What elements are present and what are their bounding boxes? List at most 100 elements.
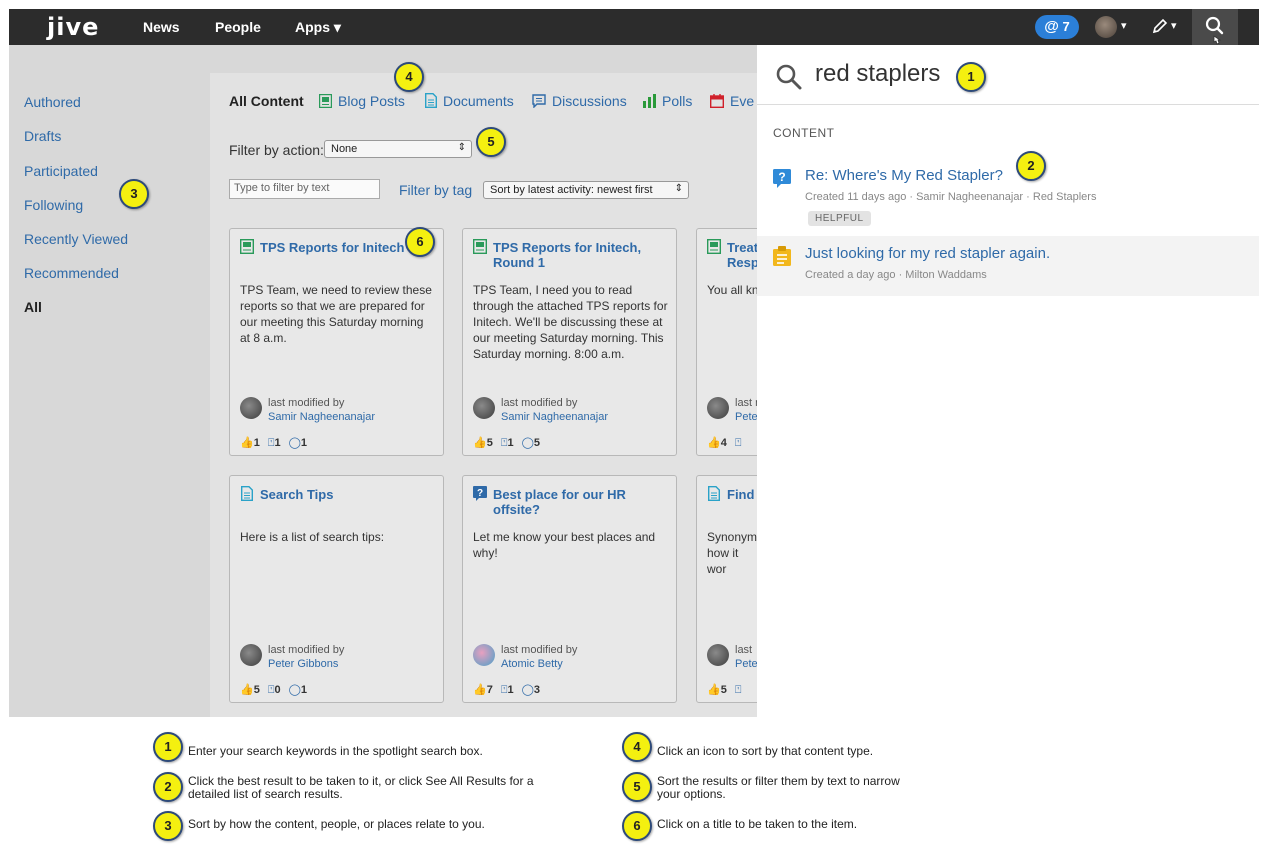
filter-by-action-label: Filter by action:	[229, 142, 324, 158]
card-excerpt: Synonym how it wor	[707, 530, 758, 576]
event-icon	[710, 94, 724, 108]
nav-apps[interactable]: Apps ▾	[295, 19, 341, 36]
spotlight-search-panel: red staplers CONTENT ? Re: Where's My Re…	[757, 45, 1259, 717]
divider	[757, 104, 1259, 105]
card-title[interactable]: Best place for our HR offsite?	[493, 487, 668, 517]
avatar[interactable]	[240, 644, 262, 666]
question-icon: ?	[773, 169, 791, 188]
like-count: 1	[253, 437, 260, 449]
card-excerpt: TPS Team, I need you to read through the…	[473, 283, 668, 361]
comment-count: 1	[300, 684, 307, 696]
sidebar-item-all[interactable]: All	[24, 299, 42, 315]
sidebar-item-recommended[interactable]: Recommended	[24, 265, 119, 281]
author-link[interactable]: Atomic Betty	[501, 658, 563, 670]
callout-badge: 3	[119, 179, 149, 209]
sort-select[interactable]: Sort by latest activity: newest first ⇕	[483, 181, 689, 199]
card-stats: 👍5 ⍞1 ◯5	[473, 436, 548, 450]
legend-text: Enter your search keywords in the spotli…	[188, 744, 483, 758]
like-count: 5	[720, 684, 727, 696]
helpful-badge: HELPFUL	[808, 211, 871, 226]
tab-discussions[interactable]: Discussions	[532, 93, 627, 109]
tab-blog-posts[interactable]: Blog Posts	[319, 93, 405, 109]
avatar[interactable]	[473, 397, 495, 419]
result-title[interactable]: Just looking for my red stapler again.	[805, 245, 1050, 262]
document-icon	[241, 486, 253, 501]
card-stats: 👍1 ⍞1 ◯1	[240, 436, 315, 450]
card-stats: 👍5 ⍞0 ◯1	[240, 683, 315, 697]
author-link[interactable]: Samir Nagheenanajar	[268, 411, 375, 423]
like-count: 5	[253, 684, 260, 696]
search-input[interactable]: red staplers	[815, 60, 940, 88]
search-button[interactable]	[1192, 9, 1238, 45]
tab-polls[interactable]: Polls	[643, 93, 692, 109]
legend-badge: 3	[153, 811, 183, 841]
sidebar-item-following[interactable]: Following	[24, 197, 83, 213]
like-icon: 👍	[473, 437, 487, 449]
comment-icon: ◯	[521, 684, 534, 696]
legend-text: Click on a title to be taken to the item…	[657, 817, 858, 831]
avatar[interactable]	[707, 644, 729, 666]
bookmark-count: 1	[507, 684, 514, 696]
tab-documents[interactable]: Documents	[425, 93, 514, 109]
avatar[interactable]	[707, 397, 729, 419]
avatar[interactable]	[473, 644, 495, 666]
svg-text:?: ?	[778, 170, 785, 184]
filter-text-input[interactable]: Type to filter by text	[229, 179, 380, 199]
search-result[interactable]: Just looking for my red stapler again. C…	[757, 236, 1259, 296]
nav-news[interactable]: News	[143, 19, 180, 35]
tab-all-content[interactable]: All Content	[229, 93, 304, 109]
bookmark-count: 0	[274, 684, 281, 696]
sidebar-item-participated[interactable]: Participated	[24, 163, 98, 179]
filter-action-select[interactable]: None ⇕	[324, 140, 472, 158]
blog-icon	[319, 94, 332, 108]
tab-label: Discussions	[552, 93, 627, 109]
like-count: 5	[486, 437, 493, 449]
legend-text: Click the best result to be taken to it,…	[188, 774, 534, 801]
at-icon: @	[1044, 18, 1059, 35]
author-link[interactable]: Samir Nagheenanajar	[501, 411, 608, 423]
callout-badge: 2	[1016, 151, 1046, 181]
result-meta: Created a day ago · Milton Waddams	[805, 269, 987, 281]
content-card: ? Best place for our HR offsite? Let me …	[462, 475, 677, 703]
discussion-icon	[532, 94, 546, 108]
sidebar-item-recently-viewed[interactable]: Recently Viewed	[24, 231, 128, 247]
content-panel: All Content Blog Posts Documents Discuss…	[210, 73, 911, 717]
top-navigation-bar: jive News People Apps ▾ @ 7 ▾ ▾	[9, 9, 1259, 45]
content-card: Search Tips Here is a list of search tip…	[229, 475, 444, 703]
comment-icon: ◯	[288, 437, 301, 449]
like-count: 7	[486, 684, 493, 696]
filter-by-tag-link[interactable]: Filter by tag	[399, 182, 472, 198]
search-result[interactable]: ? Re: Where's My Red Stapler? Created 11…	[757, 149, 1259, 235]
jive-logo[interactable]: jive	[47, 13, 99, 41]
select-arrows-icon: ⇕	[674, 183, 683, 194]
search-icon	[776, 64, 802, 90]
document-icon	[425, 93, 437, 108]
like-icon: 👍	[707, 437, 721, 449]
comment-icon: ◯	[521, 437, 534, 449]
sidebar-item-authored[interactable]: Authored	[24, 94, 81, 110]
card-stats: 👍7 ⍞1 ◯3	[473, 683, 548, 697]
user-menu-caret[interactable]: ▾	[1121, 19, 1127, 32]
author-link[interactable]: Peter Gibbons	[268, 658, 338, 670]
card-title[interactable]: Search Tips	[260, 487, 435, 502]
blog-icon	[240, 239, 254, 254]
sort-value: Sort by latest activity: newest first	[490, 184, 653, 196]
user-avatar[interactable]	[1095, 16, 1117, 38]
mentions-badge[interactable]: @ 7	[1035, 15, 1079, 39]
callout-badge: 6	[405, 227, 435, 257]
result-title[interactable]: Re: Where's My Red Stapler?	[805, 167, 1003, 184]
card-title[interactable]: TPS Reports for Initech, Round 1	[493, 240, 668, 270]
bookmark-count: 1	[507, 437, 514, 449]
nav-people[interactable]: People	[215, 19, 261, 35]
pencil-icon[interactable]	[1151, 17, 1169, 40]
idea-icon	[773, 246, 791, 266]
sidebar-item-drafts[interactable]: Drafts	[24, 128, 61, 144]
blog-icon	[473, 239, 487, 254]
tab-events[interactable]: Eve	[710, 93, 754, 109]
create-menu-caret[interactable]: ▾	[1171, 19, 1177, 32]
legend-badge: 5	[622, 772, 652, 802]
avatar[interactable]	[240, 397, 262, 419]
tab-label: Eve	[730, 93, 755, 109]
legend-badge: 6	[622, 811, 652, 841]
callout-badge: 5	[476, 127, 506, 157]
